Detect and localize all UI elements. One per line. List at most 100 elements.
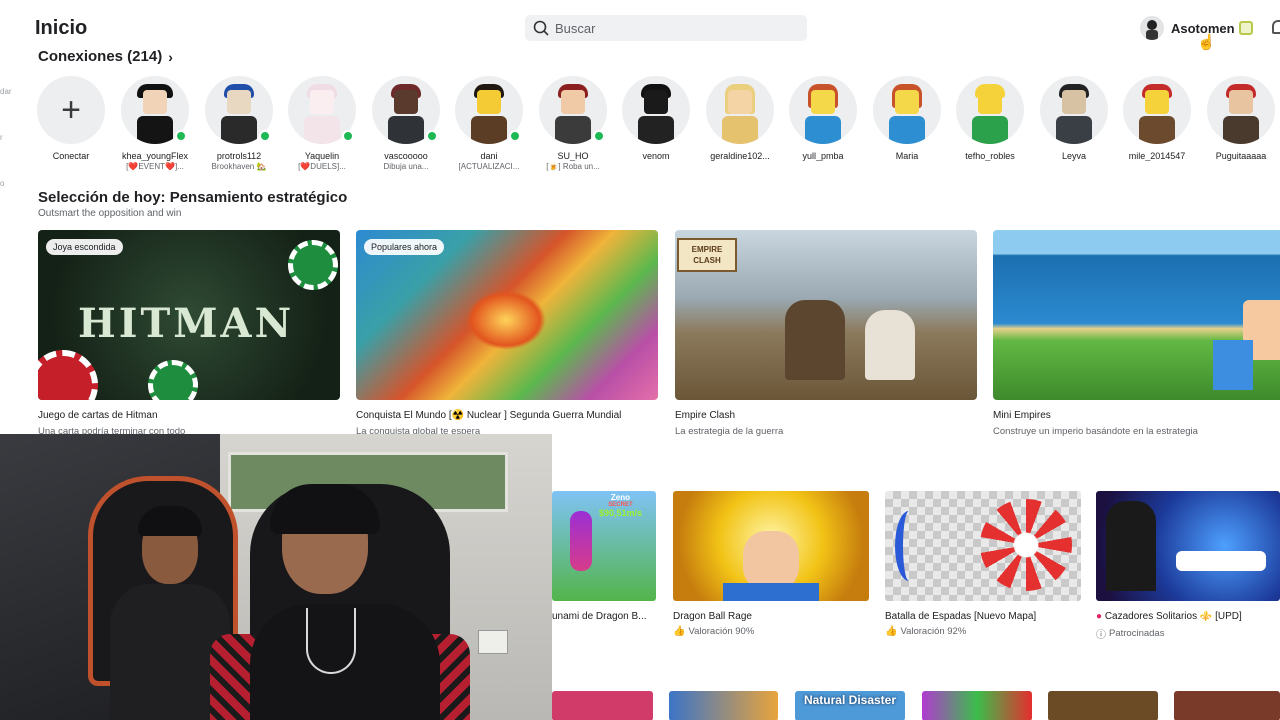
game-thumbnail[interactable]: [669, 691, 778, 720]
game-title[interactable]: Batalla de Espadas [Nuevo Mapa]: [885, 611, 1081, 622]
search-input[interactable]: [555, 20, 785, 36]
game-thumbnail[interactable]: [1096, 491, 1280, 601]
avatar[interactable]: [789, 76, 857, 144]
friend-item[interactable]: SU_HO [🍺] Roba un...: [531, 76, 615, 171]
game-thumbnail[interactable]: [993, 230, 1280, 400]
mouse-cursor-icon: ☝: [1197, 34, 1216, 51]
game-card[interactable]: Populares ahora Conquista El Mundo [☢️ N…: [356, 230, 658, 437]
friend-item[interactable]: dani [ACTUALIZACI...: [447, 76, 531, 171]
avatar[interactable]: [1207, 76, 1275, 144]
friend-name: khea_youngFlex: [121, 151, 189, 161]
game-thumbnail[interactable]: Populares ahora: [356, 230, 658, 400]
user-menu[interactable]: Asotomen: [1140, 16, 1235, 40]
game-card[interactable]: Dragon Ball Rage 👍 Valoración 90%: [673, 491, 869, 637]
section-heading: Selección de hoy: Pensamiento estratégic…: [38, 189, 348, 206]
friend-item[interactable]: Leyva: [1032, 76, 1116, 161]
friend-item[interactable]: vascooooo Dibuja una...: [364, 76, 448, 171]
avatar[interactable]: [622, 76, 690, 144]
connections-heading[interactable]: Conexiones (214) ›: [38, 48, 173, 65]
game-thumbnail[interactable]: [922, 691, 1032, 720]
connections-title[interactable]: Conexiones (214): [38, 48, 162, 65]
friend-item[interactable]: protrols112 Brookhaven 🏡: [197, 76, 281, 171]
spinning-blades-graphic: [980, 499, 1072, 591]
friend-status: Brookhaven 🏡: [211, 162, 267, 171]
game-thumbnail[interactable]: [885, 491, 1081, 601]
connect-button[interactable]: + Conectar: [29, 76, 113, 161]
game-title[interactable]: Mini Empires: [993, 410, 1280, 421]
friend-item[interactable]: Puguitaaaaa: [1199, 76, 1280, 161]
game-logo: EMPIRE CLASH: [677, 238, 737, 272]
game-thumbnail[interactable]: EMPIRE CLASH: [675, 230, 977, 400]
game-title[interactable]: Dragon Ball Rage: [673, 611, 869, 622]
webcam-overlay: [0, 434, 552, 720]
online-indicator: [426, 130, 438, 142]
game-title[interactable]: ● Cazadores Solitarios ⚜️ [UPD]: [1096, 611, 1280, 622]
card-badge: Populares ahora: [364, 239, 445, 255]
character-graphic: [570, 511, 592, 571]
friend-item[interactable]: Maria: [865, 76, 949, 161]
avatar[interactable]: [873, 76, 941, 144]
game-title[interactable]: unami de Dragon B...: [552, 611, 656, 622]
online-indicator: [175, 130, 187, 142]
sidebar-fragment: r: [0, 133, 3, 142]
avatar[interactable]: [956, 76, 1024, 144]
friend-status: [❤️DUELS]...: [298, 162, 346, 171]
avatar[interactable]: [706, 76, 774, 144]
poker-chip-icon: [38, 350, 98, 400]
game-card[interactable]: Mini Empires Construye un imperio basánd…: [993, 230, 1280, 437]
friend-name: Leyva: [1061, 151, 1087, 161]
online-indicator: [593, 130, 605, 142]
friend-item[interactable]: yull_pmba: [781, 76, 865, 161]
game-title[interactable]: Juego de cartas de Hitman: [38, 410, 340, 421]
friend-item[interactable]: venom: [614, 76, 698, 161]
game-thumbnail[interactable]: [552, 691, 653, 720]
friend-name: mile_2014547: [1128, 151, 1186, 161]
online-indicator: [259, 130, 271, 142]
robux-icon[interactable]: [1239, 21, 1253, 35]
game-card[interactable]: Zeno SECRET $90,51m/s unami de Dragon B...: [552, 491, 656, 622]
game-title[interactable]: Empire Clash: [675, 410, 977, 421]
avatar[interactable]: [1140, 16, 1164, 40]
search-icon: [533, 20, 549, 36]
chevron-right-icon[interactable]: ›: [168, 49, 173, 65]
game-card[interactable]: Batalla de Espadas [Nuevo Mapa] 👍 Valorac…: [885, 491, 1081, 637]
friend-status: [🍺] Roba un...: [546, 162, 600, 171]
friend-item[interactable]: tefho_robles: [948, 76, 1032, 161]
sidebar-fragment: o: [0, 179, 5, 188]
wall-outlet: [478, 630, 508, 654]
friend-item[interactable]: khea_youngFlex [❤️EVENT❤️]...: [113, 76, 197, 171]
explosion-graphic: [466, 290, 546, 350]
game-card[interactable]: ● Cazadores Solitarios ⚜️ [UPD] ⓘ Patroci…: [1096, 491, 1280, 641]
avatar[interactable]: [372, 76, 440, 144]
avatar[interactable]: [1123, 76, 1191, 144]
avatar[interactable]: [205, 76, 273, 144]
blade-graphic: [895, 511, 923, 581]
friend-item[interactable]: geraldine102...: [698, 76, 782, 161]
game-card[interactable]: HITMAN Joya escondida Juego de cartas de…: [38, 230, 340, 437]
game-thumbnail[interactable]: HITMAN Joya escondida: [38, 230, 340, 400]
plus-icon: +: [61, 90, 81, 129]
avatar[interactable]: [539, 76, 607, 144]
game-thumbnail[interactable]: [673, 491, 869, 601]
game-thumbnail[interactable]: [1174, 691, 1280, 720]
avatar[interactable]: [1040, 76, 1108, 144]
search-bar[interactable]: [525, 15, 807, 41]
avatar[interactable]: [455, 76, 523, 144]
poker-chip-icon: [288, 240, 338, 290]
avatar[interactable]: [288, 76, 356, 144]
friend-item[interactable]: mile_2014547: [1115, 76, 1199, 161]
game-thumbnail[interactable]: Natural Disaster: [795, 691, 905, 720]
notification-bell-icon[interactable]: [1272, 20, 1280, 34]
friend-name: SU_HO: [557, 151, 589, 161]
avatar[interactable]: [121, 76, 189, 144]
friend-name: venom: [642, 151, 670, 161]
friend-item[interactable]: Yaquelin [❤️DUELS]...: [280, 76, 364, 171]
game-title[interactable]: Conquista El Mundo [☢️ Nuclear ] Segunda…: [356, 410, 658, 421]
game-subtitle: La estrategia de la guerra: [675, 426, 784, 437]
friend-status: [❤️EVENT❤️]...: [126, 162, 184, 171]
game-thumbnail[interactable]: Zeno SECRET $90,51m/s: [552, 491, 656, 601]
friend-name: protrols112: [216, 151, 262, 161]
character-graphic: [1106, 501, 1156, 591]
game-card[interactable]: EMPIRE CLASH Empire Clash La estrategia …: [675, 230, 977, 437]
game-thumbnail[interactable]: [1048, 691, 1158, 720]
